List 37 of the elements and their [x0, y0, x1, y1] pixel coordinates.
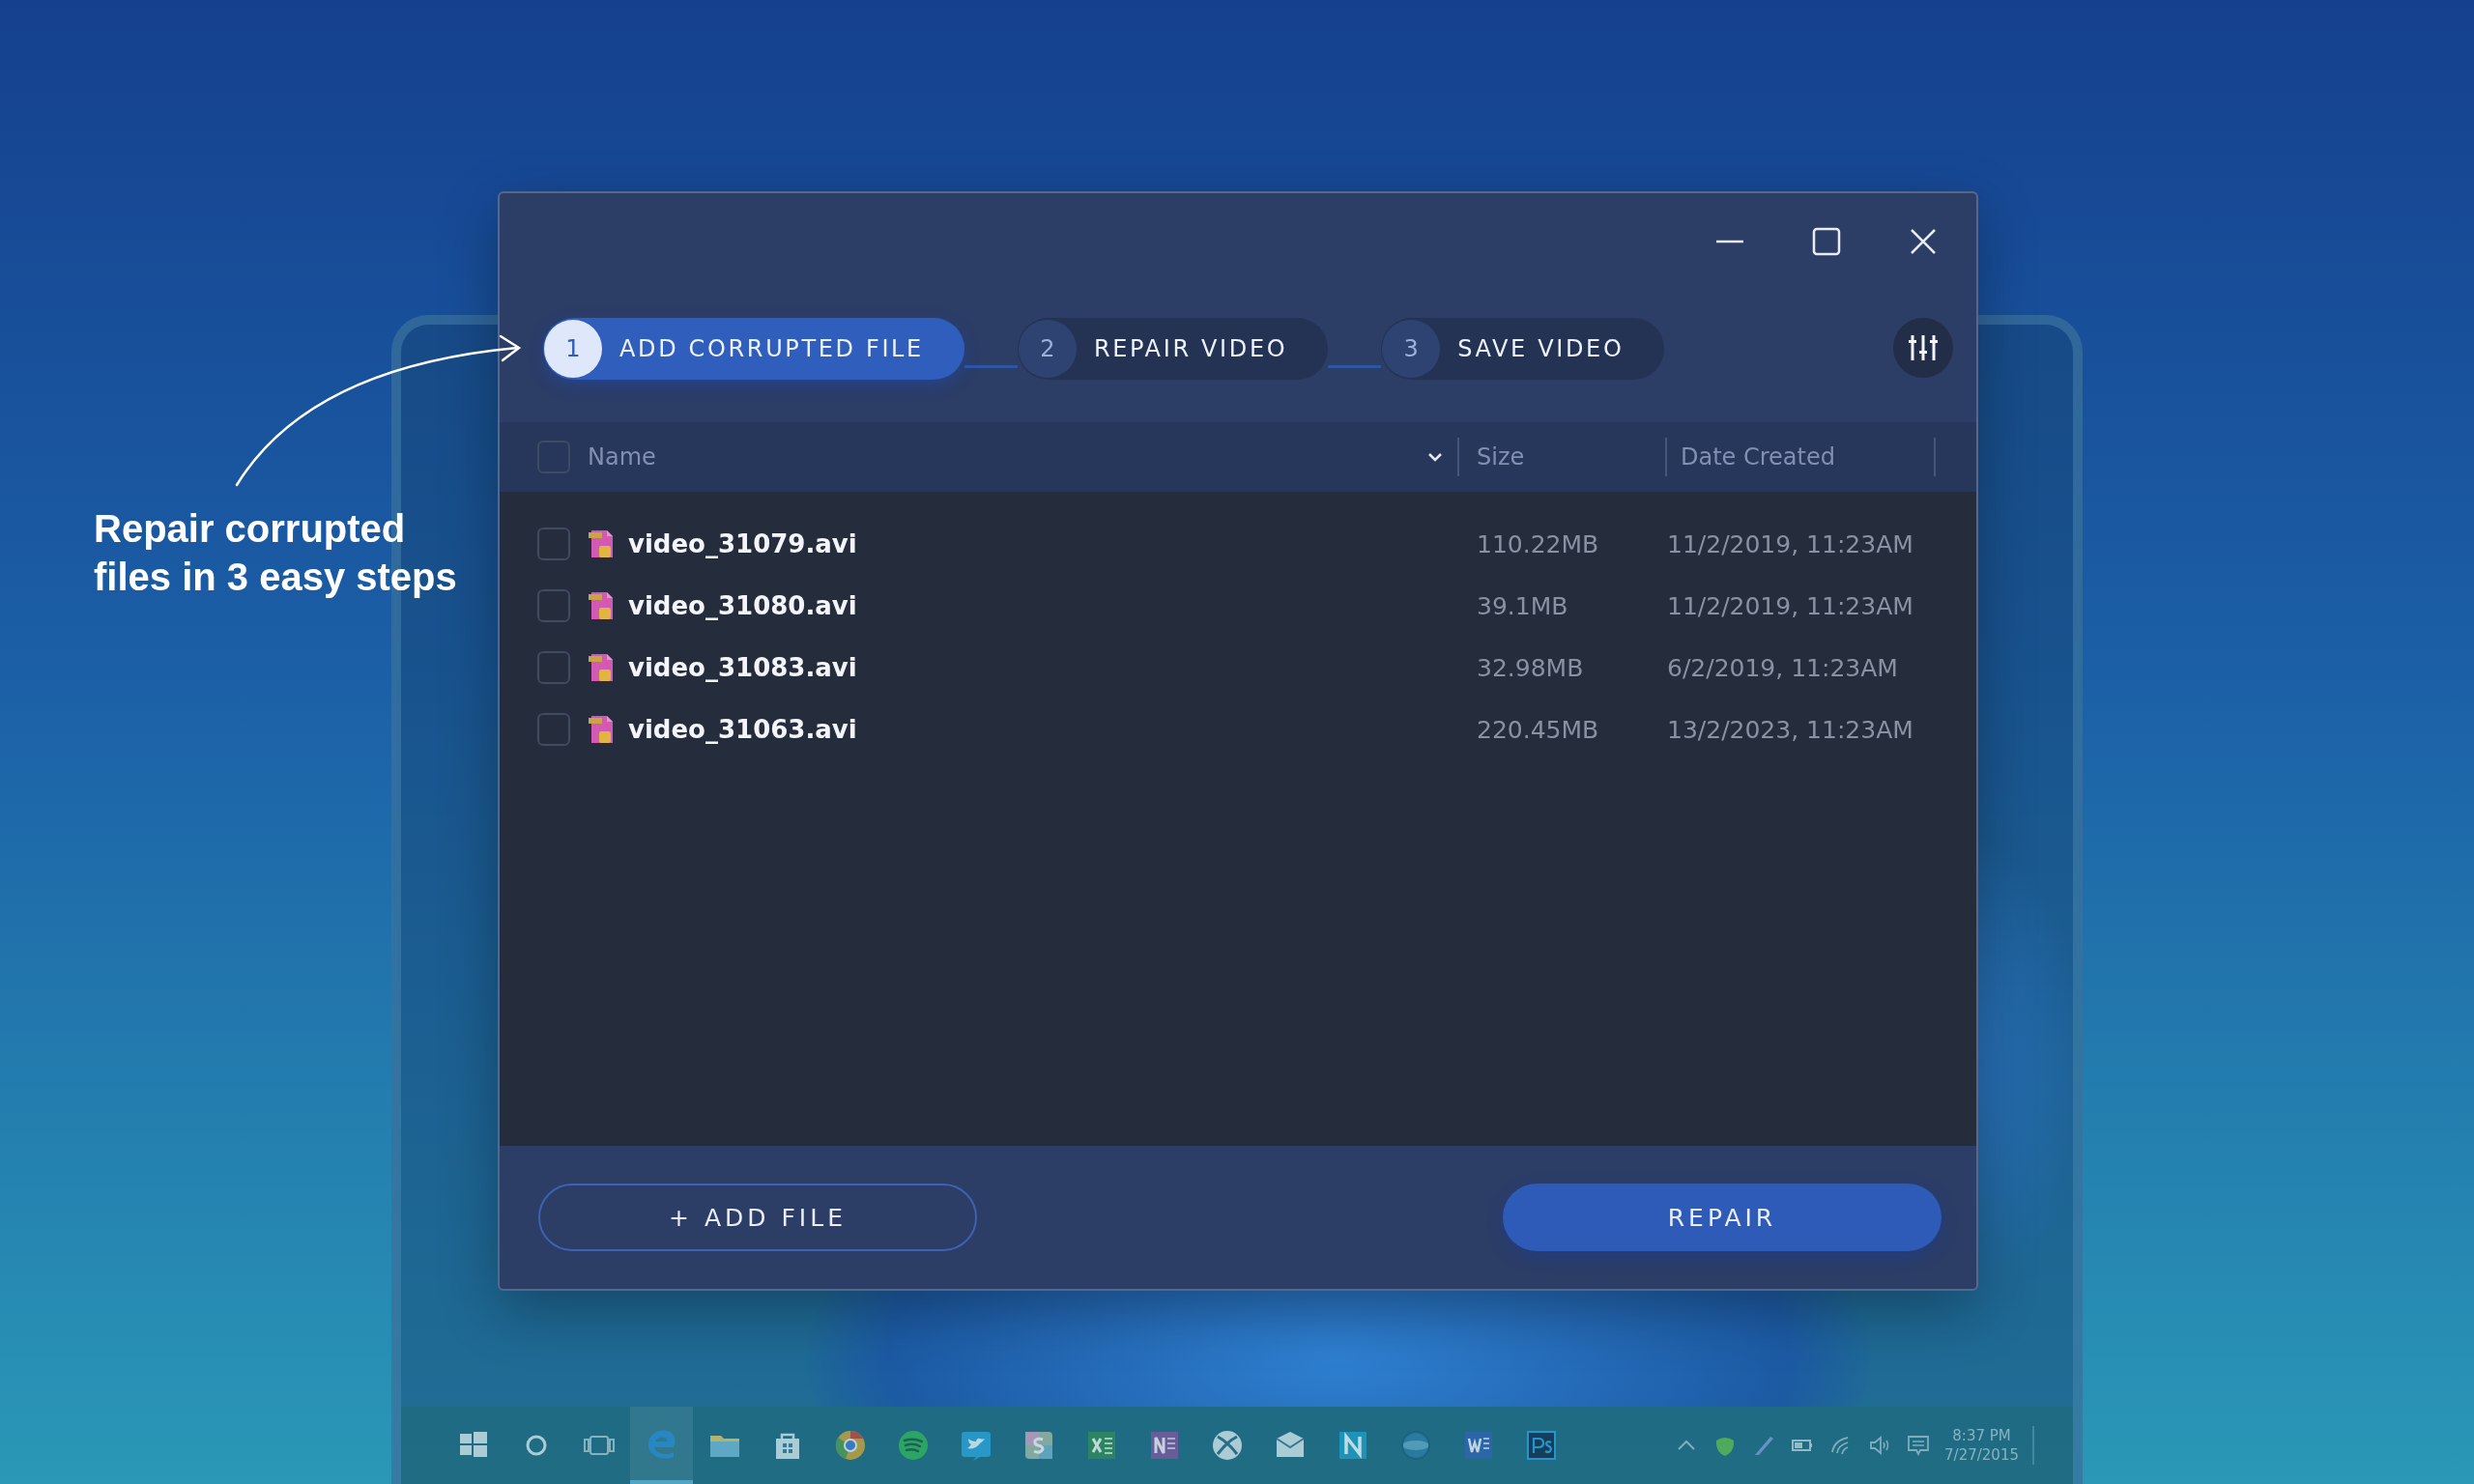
chevron-down-icon[interactable] — [1426, 451, 1444, 463]
step-tab[interactable]: 1 ADD CORRUPTED FILE — [543, 318, 964, 380]
file-name: video_31080.avi — [628, 591, 857, 620]
file-size: 39.1MB — [1477, 591, 1569, 620]
video-file-icon — [588, 528, 615, 559]
column-header[interactable]: Name — [588, 443, 1426, 471]
file-size: 110.22MB — [1477, 529, 1600, 558]
step-tab[interactable]: 3 SAVE VIDEO — [1381, 318, 1665, 380]
close-icon[interactable] — [1909, 227, 1938, 256]
clock-time: 8:37 PM — [1952, 1426, 2011, 1445]
row-checkbox[interactable] — [537, 713, 570, 746]
file-name: video_31063.avi — [628, 715, 857, 744]
video-file-icon — [588, 714, 615, 745]
repair-button[interactable]: REPAIR — [1503, 1184, 1942, 1251]
add-file-button[interactable]: + ADD FILE — [538, 1184, 977, 1251]
file-name: video_31083.avi — [628, 653, 857, 682]
file-name: video_31079.avi — [628, 529, 857, 558]
row-checkbox[interactable] — [537, 651, 570, 684]
column-header[interactable]: Size — [1477, 443, 1525, 471]
clock-date: 7/27/2015 — [1944, 1445, 2019, 1465]
column-header[interactable]: Date Created — [1681, 443, 1835, 471]
video-file-icon — [588, 590, 615, 621]
file-date: 11/2/2019, 11:23AM — [1667, 591, 1914, 620]
file-size: 32.98MB — [1477, 653, 1585, 682]
taskbar-app[interactable] — [630, 1407, 693, 1484]
file-date: 13/2/2023, 11:23AM — [1667, 715, 1914, 744]
file-size: 220.45MB — [1477, 715, 1600, 744]
select-all-checkbox[interactable] — [537, 441, 570, 473]
file-date: 6/2/2019, 11:23AM — [1667, 653, 1899, 682]
row-checkbox[interactable] — [537, 528, 570, 560]
file-date: 11/2/2019, 11:23AM — [1667, 529, 1914, 558]
row-checkbox[interactable] — [537, 589, 570, 622]
step-tab[interactable]: 2 REPAIR VIDEO — [1017, 318, 1329, 380]
annotation-text: Repair corrupted files in 3 easy steps — [94, 506, 458, 600]
video-file-icon — [588, 652, 615, 683]
maximize-icon[interactable] — [1812, 227, 1841, 256]
message-icon[interactable] — [1906, 1433, 1932, 1458]
